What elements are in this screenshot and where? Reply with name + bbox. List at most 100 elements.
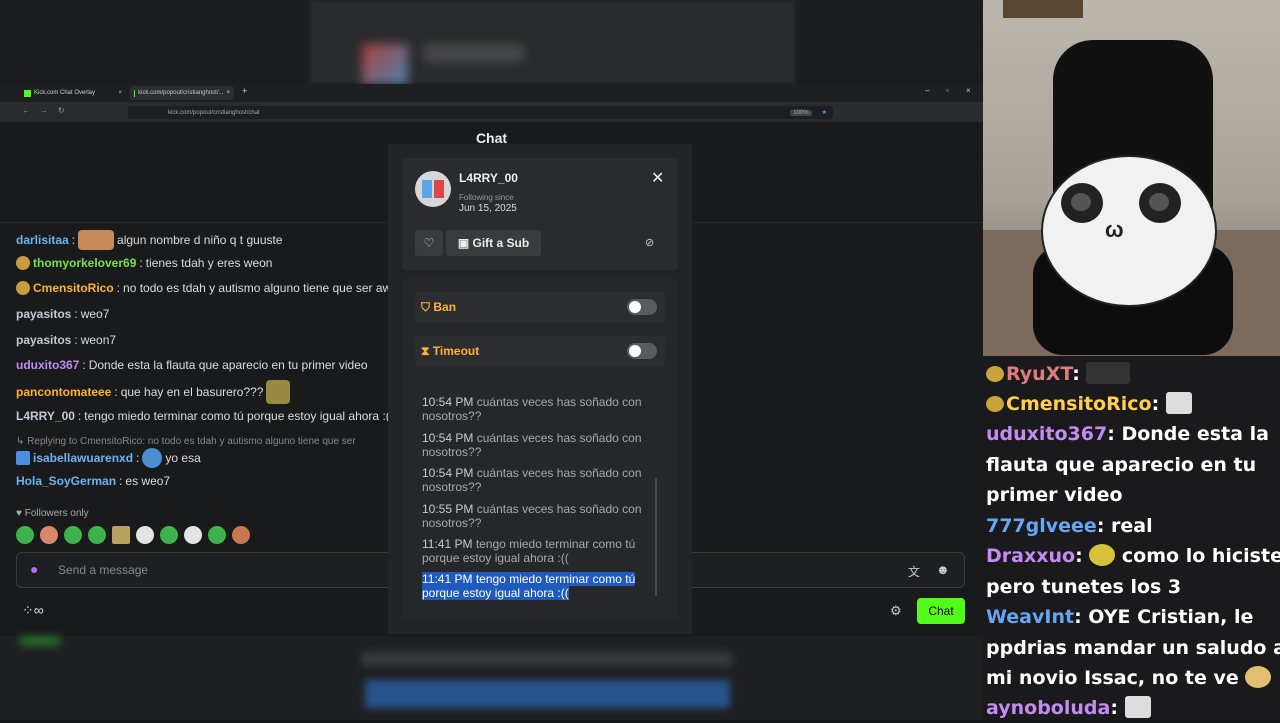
blurred-text xyxy=(362,652,732,666)
overlay-line: 777glveee: real xyxy=(986,515,1153,537)
chat-message[interactable]: darlisitaa: algun nombre d niño q t guust… xyxy=(16,230,283,250)
badge-icon xyxy=(986,396,1004,412)
tab-popout-chat[interactable]: kick.com/popout/cristianghost/... × xyxy=(130,86,234,100)
maximize-icon[interactable]: ▫ xyxy=(946,86,949,95)
overlay-line: CmensitoRico: xyxy=(986,389,1192,419)
minimize-icon[interactable]: – xyxy=(925,86,929,95)
close-tab-icon[interactable]: × xyxy=(226,90,230,96)
emote-button[interactable] xyxy=(208,526,226,544)
following-since-date: Jun 15, 2025 xyxy=(459,203,517,214)
chat-message[interactable]: payasitos: weon7 xyxy=(16,333,116,347)
emote xyxy=(142,448,163,468)
translate-icon[interactable]: 文 xyxy=(908,563,920,580)
emote-button[interactable] xyxy=(112,526,130,544)
close-icon[interactable]: ✕ xyxy=(651,168,664,188)
overlay-line: flauta que aparecio en tu xyxy=(986,454,1257,476)
new-tab-icon[interactable]: + xyxy=(242,86,247,96)
chat-message[interactable]: thomyorkelover69: tienes tdah y eres weon xyxy=(16,256,272,270)
cam-picture-frame xyxy=(1003,0,1083,18)
followers-only-notice: ♥ Followers only xyxy=(16,508,89,519)
following-since-label: Following since xyxy=(459,193,514,202)
timeout-row: ⧗ Timeout xyxy=(415,336,665,366)
overlay-line: Draxxuo: como lo hiciste xyxy=(986,544,1280,567)
face-mask-graphic: ω xyxy=(1041,155,1217,307)
url-field[interactable]: kick.com/popout/cristianghost/chat 100% ★ xyxy=(128,106,833,119)
follow-heart-button[interactable]: ♡ xyxy=(415,230,443,256)
badge-icon xyxy=(16,451,30,465)
emote xyxy=(1245,666,1272,688)
reply-context: ↳ Replying to CmensitoRico: no todo es t… xyxy=(16,436,356,447)
history-scrollbar[interactable] xyxy=(655,478,657,596)
zoom-level[interactable]: 100% xyxy=(790,109,812,116)
chat-message[interactable]: CmensitoRico: no todo es tdah y autismo a… xyxy=(16,281,398,295)
close-tab-icon[interactable]: × xyxy=(118,90,122,96)
kick-logo-icon[interactable]: ⁘∞ xyxy=(22,602,44,619)
emote xyxy=(266,380,291,404)
chat-message[interactable]: isabellawuarenxd: yo esa xyxy=(16,448,201,468)
emote-button[interactable] xyxy=(136,526,154,544)
eye-graphic xyxy=(1139,183,1181,223)
shield-icon: ⛉ xyxy=(421,300,431,314)
emote-button[interactable] xyxy=(16,526,34,544)
forward-icon[interactable]: → xyxy=(40,106,48,115)
chat-message[interactable]: Hola_SoyGerman: es weo7 xyxy=(16,474,170,488)
tab-chat-overlay[interactable]: Kick.com Chat Overlay × xyxy=(20,86,126,100)
ban-toggle[interactable] xyxy=(627,299,657,315)
heart-icon: ♡ xyxy=(423,236,435,250)
emoji-icon[interactable]: ☻ xyxy=(936,562,950,577)
reload-icon[interactable]: ↻ xyxy=(58,106,65,115)
emote xyxy=(1089,544,1116,566)
history-message: 10:54 PM cuántas veces has soñado con no… xyxy=(422,466,642,494)
message-placeholder: Send a message xyxy=(58,563,149,577)
overlay-line: WeavInt: OYE Cristian, le xyxy=(986,606,1254,628)
emote-bar xyxy=(16,526,250,544)
badge-icon xyxy=(16,281,30,295)
history-message-selected[interactable]: 11:41 PM tengo miedo terminar como tú po… xyxy=(422,572,652,600)
history-message: 11:41 PM tengo miedo terminar como tú po… xyxy=(422,537,636,565)
send-chat-button[interactable]: Chat xyxy=(917,598,965,624)
badge-icon xyxy=(986,366,1004,382)
overlay-line: uduxito367: Donde esta la xyxy=(986,423,1269,445)
chat-message[interactable]: pancontomateee: que hay en el basurero??? xyxy=(16,380,291,404)
emote-button[interactable] xyxy=(40,526,58,544)
overlay-line: ppdrias mandar un saludo a xyxy=(986,637,1280,659)
blurred-text xyxy=(424,44,524,62)
bookmark-star-icon[interactable]: ★ xyxy=(822,109,827,116)
overlay-line: RyuXT: xyxy=(986,359,1131,389)
mic-icon[interactable]: ● xyxy=(30,561,38,577)
close-window-icon[interactable]: × xyxy=(966,86,971,95)
emote-button[interactable] xyxy=(160,526,178,544)
history-message: 10:54 PM cuántas veces has soñado con no… xyxy=(422,395,642,423)
ban-label: ⛉ Ban xyxy=(421,300,457,314)
avatar[interactable] xyxy=(415,171,451,207)
chat-message[interactable]: payasitos: weo7 xyxy=(16,307,109,321)
back-icon[interactable]: ← xyxy=(22,106,30,115)
overlay-line: aynoboluda: xyxy=(986,693,1151,723)
mouth-graphic: ω xyxy=(1105,217,1124,242)
kick-icon xyxy=(134,89,136,97)
eye-graphic xyxy=(1061,183,1103,223)
chat-message[interactable]: uduxito367: Donde esta la flauta que apar… xyxy=(16,358,368,372)
overlay-line: mi novio Issac, no te ve xyxy=(986,663,1272,693)
emote-button[interactable] xyxy=(184,526,202,544)
emote-button[interactable] xyxy=(64,526,82,544)
gift-icon: ▣ xyxy=(457,236,470,250)
hourglass-icon: ⧗ xyxy=(421,344,430,358)
blurred-button xyxy=(20,636,60,646)
mute-icon[interactable]: ⊘ xyxy=(645,236,654,249)
emote-button[interactable] xyxy=(88,526,106,544)
gift-sub-button[interactable]: ▣ Gift a Sub xyxy=(446,230,541,256)
badge-icon xyxy=(16,256,30,270)
timeout-toggle[interactable] xyxy=(627,343,657,359)
blurred-image xyxy=(362,44,408,84)
kick-icon xyxy=(24,89,31,97)
modal-username[interactable]: L4RRY_00 xyxy=(459,171,518,185)
webcam-feed: ω xyxy=(983,0,1280,356)
heart-icon: ♥ xyxy=(16,508,22,519)
history-message: 10:55 PM cuántas veces has soñado con no… xyxy=(422,502,642,530)
chat-message[interactable]: L4RRY_00: tengo miedo terminar como tú po… xyxy=(16,409,394,423)
settings-gear-icon[interactable]: ⚙ xyxy=(890,603,902,619)
blurred-selection xyxy=(365,680,730,708)
emote-button[interactable] xyxy=(232,526,250,544)
avatar-right-mask xyxy=(434,180,444,198)
